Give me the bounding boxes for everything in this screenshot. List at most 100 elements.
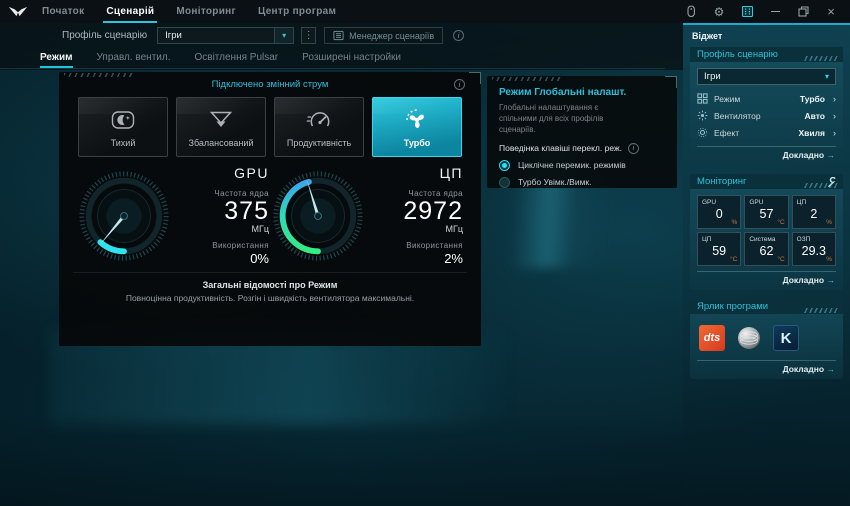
gpu-freq-value: 375: [177, 198, 269, 224]
chevron-down-icon: ▾: [825, 72, 829, 81]
sidebar-row-mode[interactable]: Режим Турбо ›: [697, 90, 836, 107]
section-header: Ярлик програми: [690, 299, 843, 314]
mode-card-balanced[interactable]: Збалансований: [176, 97, 266, 157]
tile-unit: °C: [777, 256, 784, 263]
radio-option-turbo-toggle[interactable]: Турбо Увімк./Вимк.: [499, 177, 665, 188]
device-icon[interactable]: [684, 5, 698, 19]
k-logo-text: K: [781, 330, 792, 347]
profile-more-button[interactable]: ⋮: [301, 27, 316, 44]
nav-item-monitoring[interactable]: Моніторинг: [176, 6, 236, 17]
info-icon[interactable]: i: [453, 30, 464, 41]
minimize-button[interactable]: [768, 5, 782, 19]
sidebar-section-apps: Ярлик програми dts: [690, 299, 843, 379]
details-link[interactable]: Докладно →: [783, 364, 835, 374]
row-value: Хвиля: [799, 128, 825, 138]
profile-label: Профіль сценарію: [62, 30, 147, 41]
mode-card-label: Тихий: [111, 138, 136, 148]
sidebar-profile-dropdown[interactable]: Ігри ▾: [697, 68, 836, 85]
global-settings-description: Глобальні налаштування є спільними для в…: [499, 102, 634, 136]
mode-key-behavior-row: Поведінка клавіші перекл. реж. i: [499, 143, 665, 154]
window-controls: ⚙ ×: [684, 5, 850, 19]
radio-option-label: Циклічне перемик. режимів: [518, 160, 626, 170]
section-header-label: Моніторинг: [697, 176, 747, 187]
info-icon[interactable]: i: [454, 79, 465, 90]
mode-key-behavior-label: Поведінка клавіші перекл. реж.: [499, 143, 622, 153]
chevron-right-icon: ›: [833, 111, 836, 121]
radio-option-cycle[interactable]: Циклічне перемик. режимів: [499, 160, 665, 171]
tile-unit: %: [732, 219, 738, 226]
mode-card-silent[interactable]: Тихий: [78, 97, 168, 157]
main-nav: Початок Сценарій Моніторинг Центр програ…: [42, 0, 336, 23]
hatch-decoration: [803, 183, 839, 188]
nav-item-home[interactable]: Початок: [42, 6, 84, 17]
tile-label: Система: [749, 236, 775, 243]
mode-cards: Тихий Збалансований Продуктивність: [59, 97, 481, 157]
mode-card-turbo[interactable]: Турбо: [372, 97, 462, 157]
balanced-icon: [208, 107, 234, 133]
mode-grid-icon: [697, 93, 708, 104]
tile-unit: %: [826, 256, 832, 263]
moon-icon: [110, 107, 136, 133]
cpu-title: ЦП: [371, 165, 463, 181]
gpu-usage-value: 0%: [177, 251, 269, 266]
settings-gear-icon[interactable]: ⚙: [712, 5, 726, 19]
monitor-tile-cpu-usage: ЦП 2 %: [792, 195, 836, 229]
widget-sidebar: Віджет Профіль сценарію Ігри ▾ Режим Тур…: [683, 23, 850, 506]
mode-summary: Загальні відомості про Режим Повноцінна …: [59, 280, 481, 303]
mode-panel: Підключено змінний струм i Тихий Збаланс…: [59, 72, 481, 346]
tile-label: GPU: [749, 199, 763, 206]
arrow-right-icon: →: [827, 150, 836, 160]
titlebar: Початок Сценарій Моніторинг Центр програ…: [0, 0, 850, 23]
tile-unit: °C: [777, 219, 784, 226]
arrow-right-icon: →: [827, 275, 836, 285]
close-button[interactable]: ×: [824, 5, 838, 19]
tab-advanced-settings[interactable]: Розширені настройки: [302, 47, 401, 68]
mode-card-label: Продуктивність: [287, 138, 351, 148]
tab-fan-control[interactable]: Управл. вентил.: [97, 47, 171, 68]
scenario-manager-label: Менеджер сценаріїв: [349, 31, 434, 41]
sidebar-row-fan[interactable]: Вентилятор Авто ›: [697, 107, 836, 124]
section-header-label: Профіль сценарію: [697, 49, 778, 60]
chevron-right-icon: ›: [833, 128, 836, 138]
nav-item-scenario[interactable]: Сценарій: [106, 6, 154, 17]
gpu-gauge-group: GPU Частота ядра 375 МГц Використання 0%: [75, 165, 269, 266]
section-body: dts K: [690, 314, 843, 379]
row-label: Вентилятор: [714, 111, 799, 121]
widget-panel-toggle-icon[interactable]: [740, 5, 754, 19]
sidebar-profile-value: Ігри: [704, 71, 721, 82]
app-icon-dts[interactable]: dts: [699, 325, 725, 351]
sidebar-section-profile: Профіль сценарію Ігри ▾ Режим Турбо › Ве…: [690, 47, 843, 165]
app-icon-disc[interactable]: [736, 325, 762, 351]
mode-card-performance[interactable]: Продуктивність: [274, 97, 364, 157]
details-label: Докладно: [783, 364, 825, 374]
mode-card-label: Турбо: [404, 138, 431, 148]
cpu-freq-value: 2972: [371, 198, 463, 224]
section-footer: Докладно →: [697, 360, 836, 376]
tab-mode[interactable]: Режим: [40, 47, 73, 68]
arrow-right-icon: →: [827, 364, 836, 374]
hatch-decoration: [492, 77, 562, 81]
tile-label: GPU: [702, 199, 716, 206]
section-header: Моніторинг: [690, 174, 843, 189]
sidebar-row-effect[interactable]: Ефект Хвиля ›: [697, 124, 836, 141]
tile-unit: %: [826, 219, 832, 226]
profile-dropdown-arrow[interactable]: ▾: [274, 27, 294, 44]
tile-unit: °C: [730, 256, 737, 263]
profile-dropdown[interactable]: Ігри: [157, 27, 275, 44]
monitor-tile-cpu-temp: ЦП 59 °C: [697, 232, 741, 266]
section-body: GPU 0 % GPU 57 °C ЦП 2 % Ц: [690, 189, 843, 290]
restore-button[interactable]: [796, 5, 810, 19]
info-icon[interactable]: i: [628, 143, 639, 154]
nav-item-app-center[interactable]: Центр програм: [258, 6, 336, 17]
app-icon-k[interactable]: K: [773, 325, 799, 351]
lighting-effect-icon: [697, 127, 708, 138]
scenario-manager-button[interactable]: Менеджер сценаріїв: [324, 27, 443, 44]
row-label: Ефект: [714, 128, 793, 138]
details-link[interactable]: Докладно →: [783, 275, 835, 285]
tab-pulsar-lighting[interactable]: Освітлення Pulsar: [194, 47, 278, 68]
hatch-decoration: [803, 56, 839, 61]
section-header-label: Ярлик програми: [697, 301, 768, 312]
rog-logo-icon: [8, 4, 28, 19]
row-value: Авто: [805, 111, 826, 121]
details-link[interactable]: Докладно →: [783, 150, 835, 160]
